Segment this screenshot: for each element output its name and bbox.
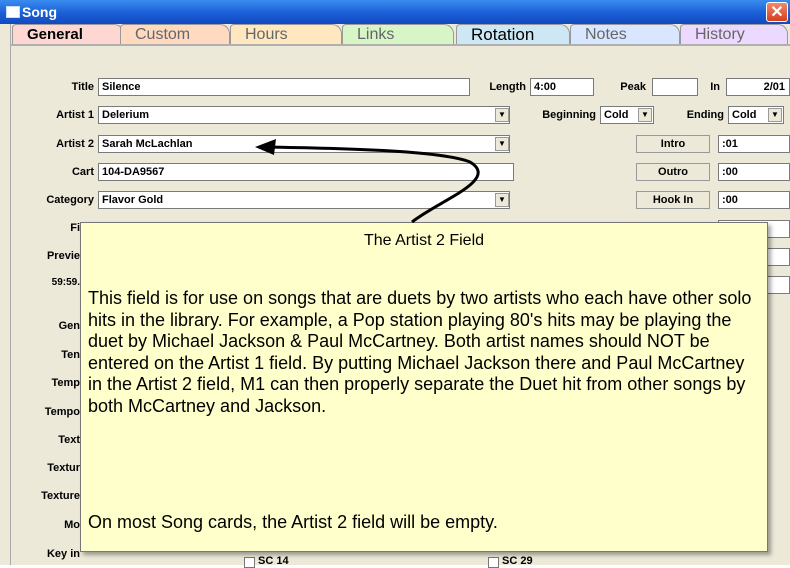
callout-arrow: [255, 139, 480, 224]
arrow-line: [261, 145, 480, 224]
arrow-head-icon: [255, 139, 276, 155]
